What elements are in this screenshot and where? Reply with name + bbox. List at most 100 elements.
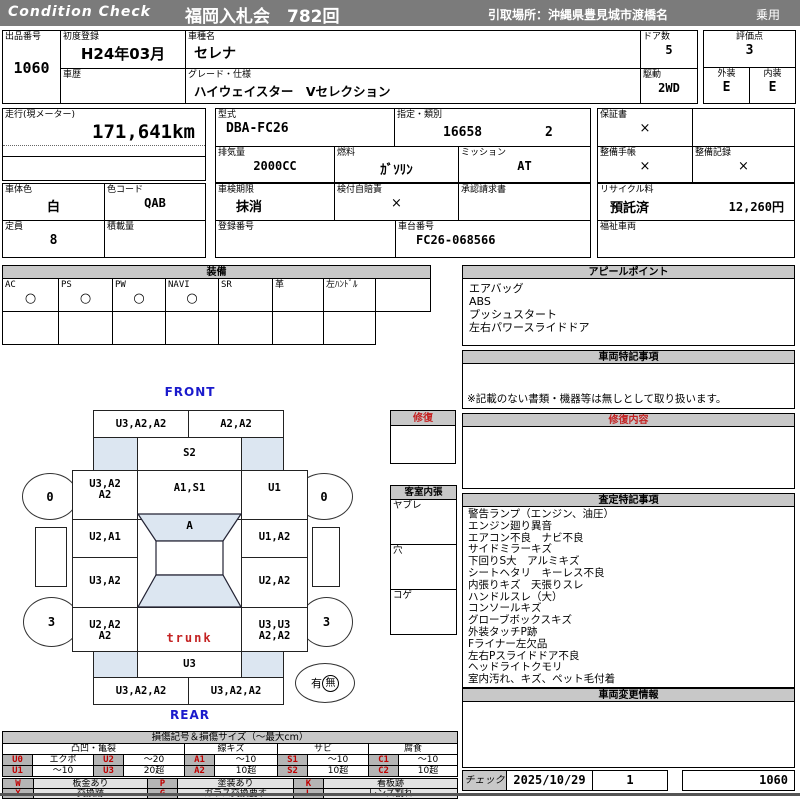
transmission-cell: ミッション AT bbox=[458, 146, 591, 183]
interior-row-hole: 穴 bbox=[390, 544, 457, 590]
warranty-extra-cell bbox=[692, 108, 795, 147]
recycle-fee: 12,260円 bbox=[728, 200, 784, 214]
recycle-label: リサイクル料 bbox=[600, 185, 654, 195]
score-cell: 評価点 3 bbox=[703, 30, 796, 68]
roof-glass-group: A bbox=[136, 513, 243, 608]
registration-number-label: 登録番号 bbox=[218, 222, 255, 232]
quarter-right: U3,U3 A2,A2 bbox=[241, 607, 308, 652]
color-code-label: 色コード bbox=[107, 185, 144, 195]
equipment-label-sr: SR bbox=[221, 280, 232, 290]
interior-row-burn-label: コゲ bbox=[393, 590, 413, 601]
brand-logo: Condition Check bbox=[8, 4, 151, 20]
equipment-item-ps: PS ○ bbox=[58, 278, 113, 312]
equipment-item-sr: SR bbox=[218, 278, 273, 312]
color-code-cell: 色コード QAB bbox=[104, 183, 206, 221]
hood-panel: S2 bbox=[137, 437, 242, 471]
lot-number-label: 出品番号 bbox=[5, 32, 42, 42]
repair-content-header: 修復内容 bbox=[462, 413, 795, 427]
color-code-value: QAB bbox=[144, 196, 166, 210]
equipment-mark-navi: ○ bbox=[186, 291, 198, 306]
spare-no-label: 無 bbox=[322, 674, 339, 692]
assessment-header: 査定特記事項 bbox=[462, 493, 795, 507]
equipment-item-leather: 革 bbox=[272, 278, 324, 312]
equipment-item-lhd: 左ﾊﾝﾄﾞﾙ bbox=[323, 278, 376, 312]
class-cell: 指定・類別 16658 2 bbox=[394, 108, 591, 147]
capacity-value: 8 bbox=[49, 233, 58, 248]
welfare-cell: 福祉車両 bbox=[597, 220, 795, 258]
tire-rear-right-value: 3 bbox=[322, 615, 331, 629]
quarter-left: U2,A2 A2 bbox=[72, 607, 138, 652]
interior-row-burn: コゲ bbox=[390, 589, 457, 635]
maintenance-book-label: 整備手帳 bbox=[600, 148, 637, 158]
change-info-header: 車両変更情報 bbox=[462, 688, 795, 702]
car-damage-diagram: FRONT 0 0 3 3 U3,A2,A2 A2,A2 S2 U3,A2 A2… bbox=[15, 383, 370, 728]
rear-corner-left bbox=[93, 651, 138, 678]
legend-desc: 10超 bbox=[307, 765, 369, 777]
special-notes-body: ※記載のない書類・機器等は無しとして取り扱います。 bbox=[462, 363, 795, 409]
special-notes-text: ※記載のない書類・機器等は無しとして取り扱います。 bbox=[467, 393, 727, 405]
rear-bumper-right: U3,A2,A2 bbox=[188, 677, 284, 705]
mileage-extra-cell bbox=[2, 156, 206, 181]
legend-code: U3 bbox=[93, 765, 124, 777]
legend-code: A2 bbox=[184, 765, 215, 777]
front-corner-left bbox=[93, 437, 138, 471]
equipment-row2-cell bbox=[323, 311, 376, 345]
interior-box-header: 客室内張 bbox=[390, 485, 457, 500]
tire-front-right-value: 0 bbox=[320, 489, 328, 504]
model-code-label: 型式 bbox=[218, 110, 237, 120]
front-glass-mark: A bbox=[186, 519, 193, 532]
trunk-area: trunk bbox=[137, 607, 242, 652]
assessment-lines: 警告ランプ（エンジン、油圧） エンジン廻り異音 エアコン不良 ナビ不良 サイドミ… bbox=[468, 508, 616, 686]
assessment-body: 警告ランプ（エンジン、油圧） エンジン廻り異音 エアコン不良 ナビ不良 サイドミ… bbox=[462, 506, 795, 688]
tire-front-left: 0 bbox=[22, 473, 78, 520]
equipment-item-navi: NAVI ○ bbox=[165, 278, 219, 312]
capacity-cell: 定員 8 bbox=[2, 220, 105, 258]
auction-sheet: Condition Check 福岡入札会 782回 引取場所：沖縄県豊見城市渡… bbox=[0, 0, 800, 800]
model-code-cell: 型式 DBA-FC26 bbox=[215, 108, 395, 147]
body-color-label: 車体色 bbox=[5, 185, 33, 195]
equipment-label-pw: PW bbox=[115, 280, 126, 290]
fender-left: U3,A2 A2 bbox=[72, 470, 138, 520]
recycle-cell: リサイクル料 預託済 12,260円 bbox=[597, 183, 795, 221]
vehicle-usage: 乗用 bbox=[756, 8, 781, 22]
check-count-cell: 1 bbox=[592, 770, 668, 791]
class-value-2: 2 bbox=[545, 125, 553, 140]
appeal-body: エアバッグ ABS プッシュスタート 左右パワースライドドア bbox=[462, 278, 795, 346]
maintenance-record-value: × bbox=[738, 159, 749, 174]
history-cell: 車歴 bbox=[60, 68, 186, 104]
rear-hatch: U3 bbox=[137, 651, 242, 678]
maintenance-record-cell: 整備記録 × bbox=[692, 146, 795, 183]
mileage-divider bbox=[3, 145, 205, 146]
side-sill-left bbox=[35, 527, 67, 587]
interior-row-hole-label: 穴 bbox=[393, 545, 403, 556]
legend-desc: ～10 bbox=[32, 765, 94, 777]
drive-value: 2WD bbox=[658, 81, 680, 95]
legend-code: U1 bbox=[2, 765, 33, 777]
equipment-label-ps: PS bbox=[61, 280, 72, 290]
chassis-cell: 車台番号 FC26-068566 bbox=[395, 220, 591, 258]
lot-number-value: 1060 bbox=[13, 59, 50, 77]
title-bar: Condition Check 福岡入札会 782回 引取場所：沖縄県豊見城市渡… bbox=[0, 0, 800, 27]
interior-grade-value: E bbox=[768, 80, 777, 95]
interior-row-tear: ヤブレ bbox=[390, 499, 457, 545]
appeal-lines: エアバッグ ABS プッシュスタート 左右パワースライドドア bbox=[469, 282, 590, 334]
insurance-label: 検付自賠責 bbox=[337, 185, 383, 195]
front-bumper-left: U3,A2,A2 bbox=[93, 410, 189, 438]
warranty-value: × bbox=[639, 121, 651, 136]
load-label: 積載量 bbox=[107, 222, 135, 232]
page-bottom-rule bbox=[0, 793, 800, 796]
inspection-cell: 車検期限 抹消 bbox=[215, 183, 335, 221]
fuel-cell: 燃料 ｶﾞｿﾘﾝ bbox=[334, 146, 459, 183]
check-count: 1 bbox=[626, 773, 634, 787]
equipment-mark-pw: ○ bbox=[133, 291, 145, 306]
side-sill-right bbox=[312, 527, 340, 587]
rear-label: REAR bbox=[170, 708, 210, 722]
auction-title: 福岡入札会 782回 bbox=[185, 7, 340, 27]
first-registration-label: 初度登録 bbox=[63, 32, 100, 42]
exterior-grade-cell: 外装 E bbox=[703, 67, 750, 104]
chassis-value: FC26-068566 bbox=[416, 233, 496, 247]
change-info-body bbox=[462, 701, 795, 768]
equipment-row2-cell bbox=[2, 311, 59, 345]
insurance-cell: 検付自賠責 × bbox=[334, 183, 459, 221]
chassis-label: 車台番号 bbox=[398, 222, 435, 232]
